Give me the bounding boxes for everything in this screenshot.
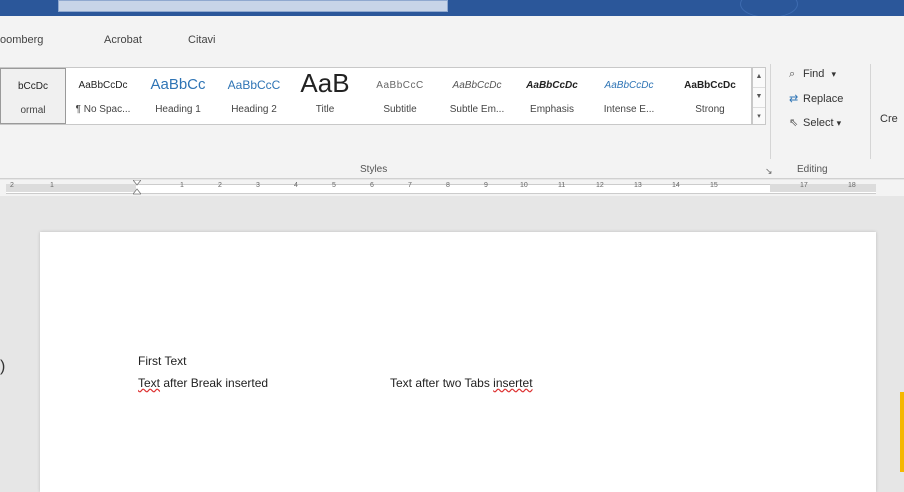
style-name: Heading 1 (155, 104, 201, 115)
spelling-error: insertet (493, 376, 533, 390)
ruler-number: 9 (484, 182, 488, 189)
style-preview: AaBbCcDc (452, 80, 502, 91)
doc-line-first-text: First Text (138, 354, 187, 368)
ruler-number: 2 (10, 182, 14, 189)
style-name: Intense E... (603, 104, 655, 115)
ruler-number: 17 (800, 182, 808, 189)
ruler-margin-left (6, 184, 136, 192)
horizontal-ruler[interactable]: 2 1 1 2 3 4 5 6 7 8 9 10 11 12 13 14 15 … (0, 180, 904, 196)
style-preview: bCcDc (17, 81, 48, 92)
chevron-down-icon: ▾ (836, 118, 842, 128)
style-name: ¶ No Spac... (75, 104, 131, 115)
replace-icon: ⇄ (789, 93, 799, 105)
yellow-edge-bar (900, 392, 904, 472)
ruler-number: 8 (446, 182, 450, 189)
styles-gallery: bCcDc ormal AaBbCcDc ¶ No Spac... AaBbCc… (0, 67, 752, 125)
dialog-launcher-icon[interactable]: ↘ (765, 166, 773, 177)
style-preview: AaBbCcC (227, 78, 281, 92)
find-button[interactable]: ⌕ Find ▾ (789, 68, 836, 81)
style-preview: AaB (300, 68, 350, 98)
title-bar (0, 0, 904, 18)
style-subtle-emphasis[interactable]: AaBbCcDc Subtle Em... (440, 68, 514, 124)
doc-line-second: Text after Break inserted (138, 376, 268, 390)
ruler-number: 5 (332, 182, 336, 189)
style-normal[interactable]: bCcDc ormal (0, 68, 66, 124)
chevron-down-icon: ▾ (831, 69, 836, 79)
select-button[interactable]: ⇖ Select ▾ (789, 116, 841, 129)
create-button-partial[interactable]: Cre (880, 113, 898, 125)
replace-label: Replace (803, 93, 844, 105)
style-preview: AaBbCcDc (604, 80, 654, 91)
ruler-number: 1 (50, 182, 54, 189)
ruler-number: 10 (520, 182, 528, 189)
doc-text: Text after two Tabs (390, 376, 494, 390)
cursor-icon: ⇖ (789, 117, 799, 129)
ruler-number: 15 (710, 182, 718, 189)
style-strong[interactable]: AaBbCcDc Strong (670, 68, 750, 124)
ruler-number: 2 (218, 182, 222, 189)
search-box[interactable] (58, 0, 448, 12)
doc-text: after Break inserted (160, 376, 269, 390)
ruler-number: 18 (848, 182, 856, 189)
style-name: ormal (20, 105, 46, 116)
chevron-down-icon[interactable]: ▼ (753, 88, 765, 108)
doc-line-tab-text: Text after two Tabs insertet (390, 376, 533, 390)
style-preview: AaBbCc (150, 76, 206, 93)
ruler-margin-right (770, 184, 876, 192)
ruler-number: 4 (294, 182, 298, 189)
ruler-number: 13 (634, 182, 642, 189)
editing-group: ⌕ Find ▾ ⇄ Replace ⇖ Select ▾ Editing (770, 64, 871, 175)
editing-group-label: Editing (797, 164, 828, 175)
style-name: Heading 2 (231, 104, 277, 115)
gallery-scroll: ▲ ▼ ▾ (752, 67, 766, 125)
style-preview: AaBbCcC (376, 80, 424, 91)
ruler-number: 7 (408, 182, 412, 189)
find-label: Find (803, 68, 825, 80)
ruler-number: 6 (370, 182, 374, 189)
tab-acrobat[interactable]: Acrobat (104, 34, 142, 46)
more-icon[interactable]: ▾ (753, 108, 765, 127)
style-title[interactable]: AaB Title (292, 68, 358, 124)
ribbon: bCcDc ormal AaBbCcDc ¶ No Spac... AaBbCc… (0, 58, 904, 179)
tab-bloomberg[interactable]: oomberg (0, 34, 43, 46)
ruler-number: 3 (256, 182, 260, 189)
document-workspace: First Text Text after Break inserted Tex… (0, 196, 904, 492)
ribbon-tabs: oomberg Acrobat Citavi (0, 16, 904, 58)
ruler-number: 11 (558, 182, 566, 189)
styles-group-label: Styles (360, 164, 388, 175)
style-preview: AaBbCcDc (684, 80, 736, 91)
style-emphasis[interactable]: AaBbCcDc Emphasis (516, 68, 588, 124)
ruler-number: 1 (180, 182, 184, 189)
spelling-error: Text (138, 376, 161, 390)
select-label: Select (803, 117, 834, 129)
chevron-up-icon[interactable]: ▲ (753, 68, 765, 88)
ruler-number: 14 (672, 182, 680, 189)
style-name: Subtitle (383, 104, 417, 115)
style-name: Strong (695, 104, 725, 115)
style-no-spacing[interactable]: AaBbCcDc ¶ No Spac... (68, 68, 138, 124)
style-preview: AaBbCcDc (78, 80, 128, 91)
document-page[interactable]: First Text Text after Break inserted Tex… (40, 232, 876, 492)
style-heading-2[interactable]: AaBbCcC Heading 2 (218, 68, 290, 124)
indent-marker-icon[interactable] (133, 180, 141, 196)
search-icon: ⌕ (789, 68, 796, 80)
left-edge-paren: ) (0, 358, 6, 375)
replace-button[interactable]: ⇄ Replace (789, 92, 843, 105)
style-name: Title (315, 104, 335, 115)
ruler-number: 12 (596, 182, 604, 189)
style-intense-emphasis[interactable]: AaBbCcDc Intense E... (590, 68, 668, 124)
style-heading-1[interactable]: AaBbCc Heading 1 (140, 68, 216, 124)
style-name: Subtle Em... (449, 104, 505, 115)
tab-citavi[interactable]: Citavi (188, 34, 216, 46)
style-name: Emphasis (530, 104, 574, 115)
style-preview: AaBbCcDc (526, 80, 578, 91)
group-divider (870, 64, 871, 159)
style-subtitle[interactable]: AaBbCcC Subtitle (362, 68, 438, 124)
